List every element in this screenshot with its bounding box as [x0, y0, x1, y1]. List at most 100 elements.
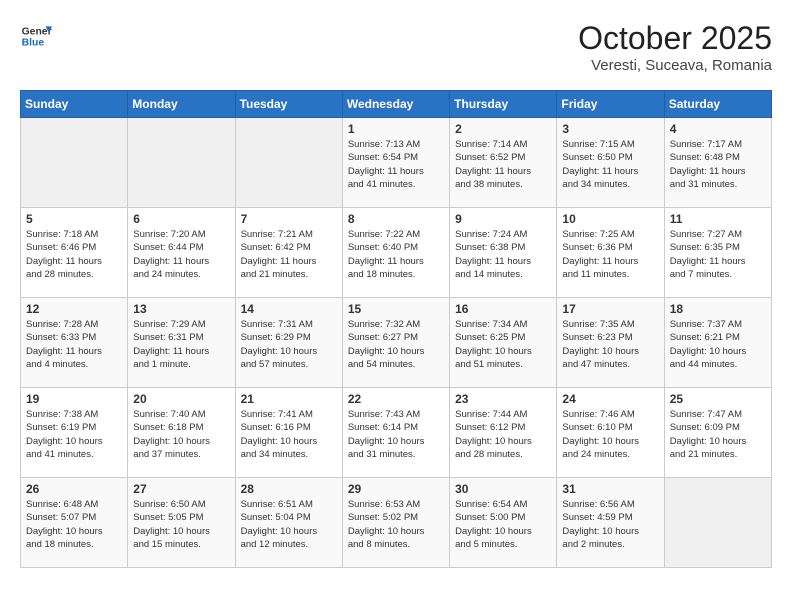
day-number: 30	[455, 482, 551, 496]
calendar-cell	[21, 118, 128, 208]
day-number: 1	[348, 122, 444, 136]
day-info: Sunrise: 6:48 AM Sunset: 5:07 PM Dayligh…	[26, 498, 122, 551]
day-info: Sunrise: 7:34 AM Sunset: 6:25 PM Dayligh…	[455, 318, 551, 371]
day-info: Sunrise: 7:28 AM Sunset: 6:33 PM Dayligh…	[26, 318, 122, 371]
weekday-header: Friday	[557, 91, 664, 118]
calendar-cell: 19 Sunrise: 7:38 AM Sunset: 6:19 PM Dayli…	[21, 388, 128, 478]
day-number: 22	[348, 392, 444, 406]
day-number: 25	[670, 392, 766, 406]
day-info: Sunrise: 6:56 AM Sunset: 4:59 PM Dayligh…	[562, 498, 658, 551]
day-info: Sunrise: 6:50 AM Sunset: 5:05 PM Dayligh…	[133, 498, 229, 551]
day-info: Sunrise: 7:22 AM Sunset: 6:40 PM Dayligh…	[348, 228, 444, 281]
day-number: 4	[670, 122, 766, 136]
day-number: 26	[26, 482, 122, 496]
month-title: October 2025	[578, 20, 772, 57]
day-number: 7	[241, 212, 337, 226]
day-number: 17	[562, 302, 658, 316]
day-number: 20	[133, 392, 229, 406]
calendar-cell	[664, 478, 771, 568]
day-number: 3	[562, 122, 658, 136]
calendar-cell: 8 Sunrise: 7:22 AM Sunset: 6:40 PM Daylig…	[342, 208, 449, 298]
day-number: 12	[26, 302, 122, 316]
title-block: October 2025 Veresti, Suceava, Romania	[578, 20, 772, 74]
day-info: Sunrise: 7:44 AM Sunset: 6:12 PM Dayligh…	[455, 408, 551, 461]
day-info: Sunrise: 6:54 AM Sunset: 5:00 PM Dayligh…	[455, 498, 551, 551]
day-number: 13	[133, 302, 229, 316]
calendar-cell	[128, 118, 235, 208]
calendar-table: SundayMondayTuesdayWednesdayThursdayFrid…	[20, 90, 772, 568]
day-info: Sunrise: 7:20 AM Sunset: 6:44 PM Dayligh…	[133, 228, 229, 281]
calendar-cell: 18Sunrise: 7:37 AM Sunset: 6:21 PM Dayli…	[664, 298, 771, 388]
weekday-header: Tuesday	[235, 91, 342, 118]
day-info: Sunrise: 7:40 AM Sunset: 6:18 PM Dayligh…	[133, 408, 229, 461]
calendar-cell: 23 Sunrise: 7:44 AM Sunset: 6:12 PM Dayli…	[450, 388, 557, 478]
day-info: Sunrise: 6:51 AM Sunset: 5:04 PM Dayligh…	[241, 498, 337, 551]
day-info: Sunrise: 7:41 AM Sunset: 6:16 PM Dayligh…	[241, 408, 337, 461]
calendar-cell: 1Sunrise: 7:13 AM Sunset: 6:54 PM Daylig…	[342, 118, 449, 208]
day-info: Sunrise: 7:21 AM Sunset: 6:42 PM Dayligh…	[241, 228, 337, 281]
svg-text:Blue: Blue	[22, 38, 45, 49]
day-info: Sunrise: 7:14 AM Sunset: 6:52 PM Dayligh…	[455, 138, 551, 191]
calendar-cell: 29Sunrise: 6:53 AM Sunset: 5:02 PM Dayli…	[342, 478, 449, 568]
weekday-header: Saturday	[664, 91, 771, 118]
day-info: Sunrise: 7:31 AM Sunset: 6:29 PM Dayligh…	[241, 318, 337, 371]
day-number: 29	[348, 482, 444, 496]
day-info: Sunrise: 7:25 AM Sunset: 6:36 PM Dayligh…	[562, 228, 658, 281]
day-number: 21	[241, 392, 337, 406]
calendar-cell: 16 Sunrise: 7:34 AM Sunset: 6:25 PM Dayli…	[450, 298, 557, 388]
logo: General Blue	[20, 20, 52, 52]
calendar-cell: 2 Sunrise: 7:14 AM Sunset: 6:52 PM Daylig…	[450, 118, 557, 208]
day-number: 16	[455, 302, 551, 316]
day-number: 15	[348, 302, 444, 316]
day-info: Sunrise: 7:38 AM Sunset: 6:19 PM Dayligh…	[26, 408, 122, 461]
calendar-cell: 5 Sunrise: 7:18 AM Sunset: 6:46 PM Daylig…	[21, 208, 128, 298]
weekday-header: Sunday	[21, 91, 128, 118]
weekday-header: Thursday	[450, 91, 557, 118]
calendar-cell: 28 Sunrise: 6:51 AM Sunset: 5:04 PM Dayli…	[235, 478, 342, 568]
calendar-cell: 17 Sunrise: 7:35 AM Sunset: 6:23 PM Dayli…	[557, 298, 664, 388]
day-info: Sunrise: 7:24 AM Sunset: 6:38 PM Dayligh…	[455, 228, 551, 281]
day-info: Sunrise: 7:43 AM Sunset: 6:14 PM Dayligh…	[348, 408, 444, 461]
day-number: 8	[348, 212, 444, 226]
day-info: Sunrise: 7:32 AM Sunset: 6:27 PM Dayligh…	[348, 318, 444, 371]
day-number: 11	[670, 212, 766, 226]
calendar-cell: 10 Sunrise: 7:25 AM Sunset: 6:36 PM Dayli…	[557, 208, 664, 298]
calendar-cell: 22 Sunrise: 7:43 AM Sunset: 6:14 PM Dayli…	[342, 388, 449, 478]
day-info: Sunrise: 7:35 AM Sunset: 6:23 PM Dayligh…	[562, 318, 658, 371]
calendar-cell: 4 Sunrise: 7:17 AM Sunset: 6:48 PM Daylig…	[664, 118, 771, 208]
calendar-cell: 3 Sunrise: 7:15 AM Sunset: 6:50 PM Daylig…	[557, 118, 664, 208]
day-number: 27	[133, 482, 229, 496]
day-info: Sunrise: 7:46 AM Sunset: 6:10 PM Dayligh…	[562, 408, 658, 461]
day-info: Sunrise: 7:47 AM Sunset: 6:09 PM Dayligh…	[670, 408, 766, 461]
calendar-cell: 21 Sunrise: 7:41 AM Sunset: 6:16 PM Dayli…	[235, 388, 342, 478]
calendar-cell: 13Sunrise: 7:29 AM Sunset: 6:31 PM Dayli…	[128, 298, 235, 388]
calendar-cell: 15 Sunrise: 7:32 AM Sunset: 6:27 PM Dayli…	[342, 298, 449, 388]
day-number: 24	[562, 392, 658, 406]
calendar-cell: 9Sunrise: 7:24 AM Sunset: 6:38 PM Daylig…	[450, 208, 557, 298]
logo-icon: General Blue	[20, 20, 52, 52]
day-number: 2	[455, 122, 551, 136]
calendar-cell: 24 Sunrise: 7:46 AM Sunset: 6:10 PM Dayli…	[557, 388, 664, 478]
day-info: Sunrise: 7:17 AM Sunset: 6:48 PM Dayligh…	[670, 138, 766, 191]
day-number: 14	[241, 302, 337, 316]
day-number: 6	[133, 212, 229, 226]
day-number: 10	[562, 212, 658, 226]
day-number: 5	[26, 212, 122, 226]
calendar-cell: 27 Sunrise: 6:50 AM Sunset: 5:05 PM Dayli…	[128, 478, 235, 568]
page-header: General Blue October 2025 Veresti, Sucea…	[20, 20, 772, 74]
calendar-cell	[235, 118, 342, 208]
calendar-cell: 31 Sunrise: 6:56 AM Sunset: 4:59 PM Dayli…	[557, 478, 664, 568]
calendar-cell: 25 Sunrise: 7:47 AM Sunset: 6:09 PM Dayli…	[664, 388, 771, 478]
weekday-header: Wednesday	[342, 91, 449, 118]
calendar-cell: 20 Sunrise: 7:40 AM Sunset: 6:18 PM Dayli…	[128, 388, 235, 478]
day-number: 31	[562, 482, 658, 496]
day-info: Sunrise: 7:27 AM Sunset: 6:35 PM Dayligh…	[670, 228, 766, 281]
day-number: 19	[26, 392, 122, 406]
calendar-cell: 7 Sunrise: 7:21 AM Sunset: 6:42 PM Daylig…	[235, 208, 342, 298]
day-number: 28	[241, 482, 337, 496]
day-info: Sunrise: 7:18 AM Sunset: 6:46 PM Dayligh…	[26, 228, 122, 281]
location: Veresti, Suceava, Romania	[578, 57, 772, 74]
day-info: Sunrise: 7:15 AM Sunset: 6:50 PM Dayligh…	[562, 138, 658, 191]
day-number: 23	[455, 392, 551, 406]
day-info: Sunrise: 7:37 AM Sunset: 6:21 PM Dayligh…	[670, 318, 766, 371]
